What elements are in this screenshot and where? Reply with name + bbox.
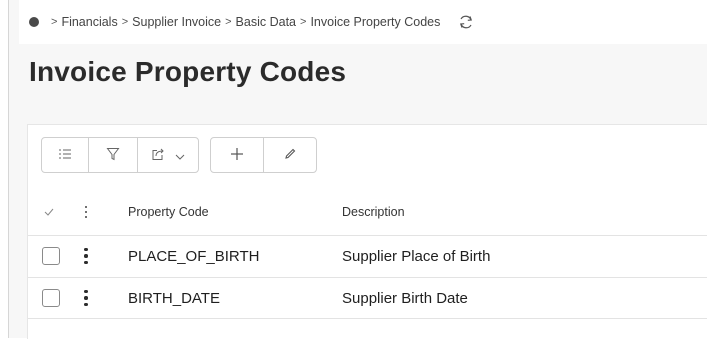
filter-icon bbox=[106, 147, 120, 164]
breadcrumb-separator: > bbox=[225, 16, 232, 28]
breadcrumb-item-basic-data[interactable]: Basic Data bbox=[236, 15, 296, 29]
edit-icon bbox=[283, 147, 297, 164]
property-code-cell: BIRTH_DATE bbox=[128, 289, 220, 307]
table-header: Property Code Description bbox=[28, 199, 707, 225]
table-row[interactable]: PLACE_OF_BIRTH Supplier Place of Birth bbox=[28, 235, 707, 276]
breadcrumb-separator: > bbox=[51, 16, 58, 28]
breadcrumb-item-financials[interactable]: Financials bbox=[61, 15, 117, 29]
filter-button[interactable] bbox=[89, 138, 138, 172]
table-card: Property Code Description PLACE_OF_BIRTH… bbox=[27, 124, 707, 339]
row-checkbox[interactable] bbox=[42, 289, 60, 307]
description-cell: Supplier Birth Date bbox=[342, 289, 468, 307]
description-cell: Supplier Place of Birth bbox=[342, 247, 491, 265]
column-header-property-code[interactable]: Property Code bbox=[128, 199, 209, 225]
column-header-description[interactable]: Description bbox=[342, 199, 405, 225]
breadcrumb: > Financials > Supplier Invoice > Basic … bbox=[19, 0, 707, 44]
page-title: Invoice Property Codes bbox=[29, 56, 347, 87]
row-menu-icon[interactable] bbox=[82, 236, 90, 276]
toolbar-group-edit bbox=[210, 137, 317, 173]
edit-button[interactable] bbox=[264, 138, 316, 172]
column-chooser-button[interactable] bbox=[42, 138, 89, 172]
property-code-cell: PLACE_OF_BIRTH bbox=[128, 247, 260, 265]
export-menu-button[interactable] bbox=[138, 138, 198, 172]
home-icon[interactable] bbox=[29, 17, 39, 27]
toolbar-group-view bbox=[41, 137, 199, 173]
breadcrumb-item-current: Invoice Property Codes bbox=[310, 15, 441, 29]
breadcrumb-separator: > bbox=[121, 16, 129, 28]
header-menu-icon[interactable] bbox=[82, 199, 90, 225]
refresh-icon[interactable] bbox=[458, 14, 474, 30]
table-toolbar bbox=[41, 137, 317, 173]
select-all-check-icon[interactable] bbox=[44, 199, 54, 225]
app-frame: > Financials > Supplier Invoice > Basic … bbox=[8, 0, 707, 339]
plus-icon bbox=[230, 147, 244, 164]
list-icon bbox=[58, 147, 72, 163]
table-row[interactable]: BIRTH_DATE Supplier Birth Date bbox=[28, 277, 707, 319]
export-icon bbox=[151, 147, 165, 164]
row-checkbox[interactable] bbox=[42, 247, 60, 265]
chevron-down-icon bbox=[175, 147, 185, 163]
add-button[interactable] bbox=[211, 138, 264, 172]
row-menu-icon[interactable] bbox=[82, 278, 90, 318]
breadcrumb-item-supplier-invoice[interactable]: Supplier Invoice bbox=[132, 15, 221, 29]
breadcrumb-separator: > bbox=[300, 16, 307, 28]
